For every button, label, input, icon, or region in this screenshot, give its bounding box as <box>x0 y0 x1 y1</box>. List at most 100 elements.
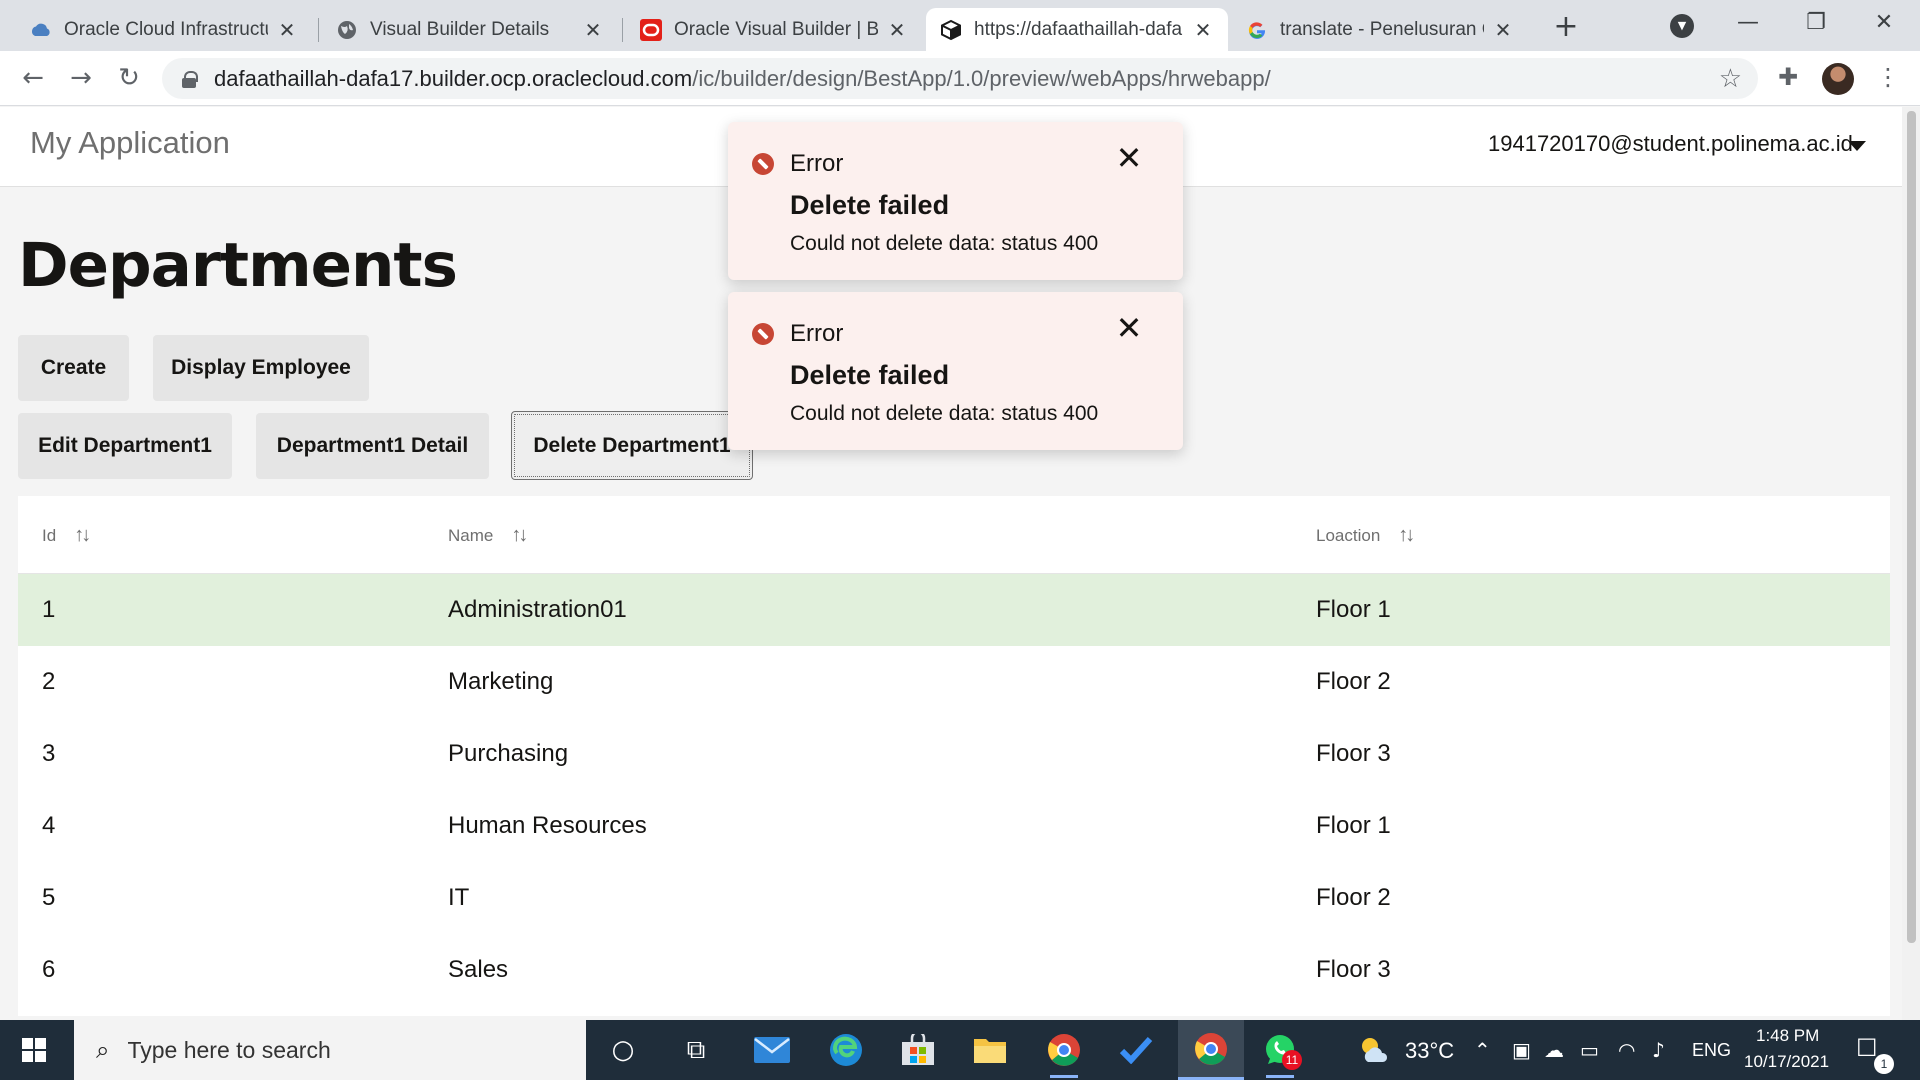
sort-icon[interactable]: ↑↓ <box>511 524 528 547</box>
table-row[interactable]: 2 Marketing Floor 2 <box>18 646 1890 718</box>
clock-date[interactable]: 10/17/2021 <box>1744 1052 1829 1072</box>
column-header-id[interactable]: Id ↑↓ <box>42 524 91 547</box>
close-icon[interactable]: ✕ <box>1114 312 1144 344</box>
language-indicator[interactable]: ENG <box>1692 1040 1731 1061</box>
column-header-location[interactable]: Loaction ↑↓ <box>1316 524 1415 547</box>
back-icon[interactable]: ← <box>16 61 50 95</box>
close-tab-icon[interactable]: ✕ <box>1192 18 1214 42</box>
toast-detail: Could not delete data: status 400 <box>790 402 1099 425</box>
browser-tab-active[interactable]: https://dafaathaillah-dafa ✕ <box>926 8 1228 51</box>
address-bar[interactable]: dafaathaillah-dafa17.builder.ocp.oraclec… <box>162 58 1758 99</box>
forward-icon[interactable]: → <box>64 61 98 95</box>
taskbar-search-box[interactable]: ⌕ Type here to search <box>74 1020 586 1080</box>
reload-icon[interactable]: ↻ <box>112 61 146 95</box>
edit-department-button[interactable]: Edit Department1 <box>18 413 232 479</box>
caret-down-icon[interactable] <box>1848 141 1866 151</box>
close-icon[interactable]: ✕ <box>1114 142 1144 174</box>
close-window-icon[interactable]: ✕ <box>1864 6 1904 40</box>
table-row[interactable]: 6 Sales Floor 3 <box>18 934 1890 1006</box>
restore-icon[interactable]: ❐ <box>1796 6 1836 40</box>
search-icon: ⌕ <box>96 1036 110 1064</box>
browser-tab-google[interactable]: translate - Penelusuran Go ✕ <box>1232 8 1528 51</box>
column-header-name[interactable]: Name ↑↓ <box>448 524 528 547</box>
cloud-icon <box>30 19 52 41</box>
sort-icon[interactable]: ↑↓ <box>1398 524 1415 547</box>
close-tab-icon[interactable]: ✕ <box>886 18 908 42</box>
chevron-up-icon[interactable]: ⌃ <box>1474 1038 1491 1062</box>
close-tab-icon[interactable]: ✕ <box>1492 18 1514 42</box>
error-toast: Error ✕ Delete failed Could not delete d… <box>728 122 1183 280</box>
table-row[interactable]: 4 Human Resources Floor 1 <box>18 790 1890 862</box>
browser-tab-vb-details[interactable]: Visual Builder Details ✕ <box>322 8 618 51</box>
table-row[interactable]: 5 IT Floor 2 <box>18 862 1890 934</box>
toast-summary: Delete failed <box>790 190 950 220</box>
cell-name: IT <box>448 884 470 911</box>
cortana-icon[interactable]: ○ <box>601 1030 645 1070</box>
table-header: Id ↑↓ Name ↑↓ Loaction ↑↓ <box>18 496 1890 574</box>
new-tab-button[interactable]: + <box>1548 10 1584 46</box>
todo-checkmark-icon[interactable] <box>1114 1030 1158 1070</box>
create-button[interactable]: Create <box>18 335 129 401</box>
whatsapp-icon[interactable]: 11 <box>1258 1030 1302 1078</box>
error-icon <box>752 323 774 345</box>
tab-search-icon[interactable]: ▼ <box>1670 14 1694 38</box>
cell-name: Sales <box>448 956 509 983</box>
extensions-puzzle-icon[interactable]: ✚ <box>1778 63 1798 91</box>
wifi-icon[interactable]: ◠ <box>1618 1038 1635 1062</box>
cell-location: Floor 3 <box>1316 740 1391 767</box>
chrome-active-icon[interactable] <box>1178 1020 1244 1080</box>
battery-icon[interactable]: ▭ <box>1580 1038 1599 1062</box>
cell-location: Floor 1 <box>1316 596 1391 623</box>
cell-location: Floor 2 <box>1316 884 1391 911</box>
cell-id: 3 <box>42 740 56 767</box>
cell-location: Floor 3 <box>1316 956 1391 983</box>
weather-icon[interactable] <box>1358 1034 1390 1069</box>
table-row[interactable]: 3 Purchasing Floor 3 <box>18 718 1890 790</box>
department-detail-button[interactable]: Department1 Detail <box>256 413 489 479</box>
volume-icon[interactable]: ♪ <box>1652 1038 1665 1062</box>
cell-name: Purchasing <box>448 740 569 767</box>
scrollbar-thumb[interactable] <box>1907 111 1916 943</box>
minimize-icon[interactable]: — <box>1728 6 1768 40</box>
google-icon <box>1246 19 1268 41</box>
cell-id: 1 <box>42 596 56 623</box>
app-title: My Application <box>30 125 230 160</box>
notifications-icon[interactable]: ☐ <box>1856 1034 1878 1062</box>
windows-start-icon[interactable] <box>22 1038 46 1062</box>
file-explorer-icon[interactable] <box>968 1030 1012 1070</box>
onedrive-cloud-icon[interactable]: ☁ <box>1544 1038 1564 1062</box>
page-scrollbar[interactable] <box>1902 107 1920 1020</box>
url-text[interactable]: dafaathaillah-dafa17.builder.ocp.oraclec… <box>214 66 1271 92</box>
store-icon[interactable] <box>896 1030 940 1070</box>
toast-summary: Delete failed <box>790 360 950 390</box>
close-tab-icon[interactable]: ✕ <box>582 18 604 42</box>
browser-tab-oci[interactable]: Oracle Cloud Infrastructure ✕ <box>16 8 312 51</box>
task-view-icon[interactable]: ⧉ <box>674 1030 718 1070</box>
cell-location: Floor 1 <box>1316 812 1391 839</box>
cube-icon <box>940 19 962 41</box>
display-employee-button[interactable]: Display Employee <box>153 335 369 401</box>
browser-menu-icon[interactable]: ⋮ <box>1876 63 1900 91</box>
meet-now-icon[interactable]: ▣ <box>1512 1038 1531 1062</box>
sort-icon[interactable]: ↑↓ <box>74 524 91 547</box>
close-tab-icon[interactable]: ✕ <box>276 18 298 42</box>
error-icon <box>752 153 774 175</box>
browser-tab-oracle-vb[interactable]: Oracle Visual Builder | Bes ✕ <box>626 8 922 51</box>
profile-avatar[interactable] <box>1822 63 1854 95</box>
delete-department-button[interactable]: Delete Department1 <box>511 411 753 480</box>
whatsapp-badge: 11 <box>1282 1050 1302 1070</box>
cell-id: 4 <box>42 812 56 839</box>
table-row[interactable]: 1 Administration01 Floor 1 <box>18 574 1890 646</box>
departments-table: Id ↑↓ Name ↑↓ Loaction ↑↓ 1 Administrati… <box>18 496 1890 1016</box>
mail-icon[interactable] <box>750 1030 794 1070</box>
taskbar-search-placeholder: Type here to search <box>127 1036 331 1063</box>
clock-time[interactable]: 1:48 PM <box>1756 1026 1819 1046</box>
toast-severity-label: Error <box>790 320 844 347</box>
edge-browser-icon[interactable] <box>824 1030 868 1070</box>
tab-title: Oracle Visual Builder | Bes <box>674 18 878 40</box>
weather-temperature[interactable]: 33°C <box>1405 1038 1454 1064</box>
chrome-icon[interactable] <box>1042 1030 1086 1078</box>
toast-detail: Could not delete data: status 400 <box>790 232 1099 255</box>
user-menu[interactable]: 1941720170@student.polinema.ac.id <box>1488 131 1853 157</box>
bookmark-star-icon[interactable]: ☆ <box>1719 64 1742 94</box>
